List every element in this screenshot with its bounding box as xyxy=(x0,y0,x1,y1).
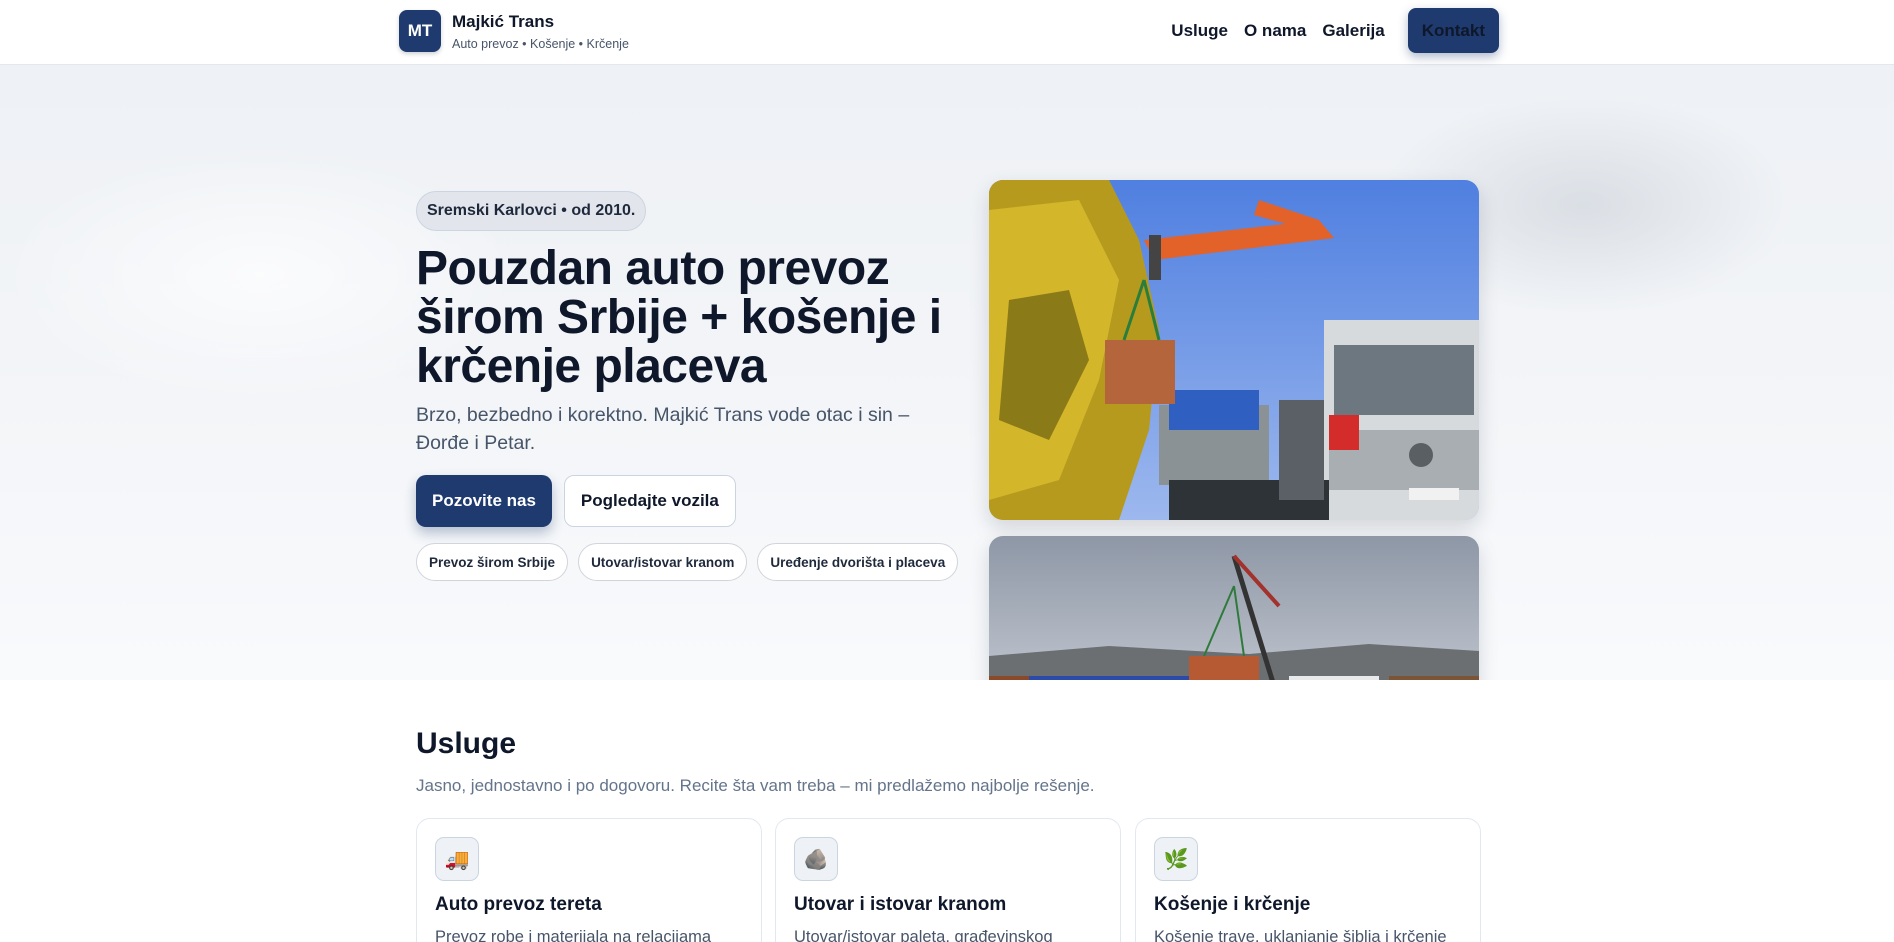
brand-tagline: Auto prevoz • Košenje • Krčenje xyxy=(452,36,629,51)
services-title: Usluge xyxy=(416,727,517,760)
site-header: MT Majkić Trans Auto prevoz • Košenje • … xyxy=(0,0,1894,65)
service-card-text: Košenje trave, uklanjanje šiblja i krčen… xyxy=(1154,928,1447,942)
call-us-button[interactable]: Pozovite nas xyxy=(416,475,552,527)
brand[interactable]: MT Majkić Trans Auto prevoz • Košenje • … xyxy=(399,10,629,52)
brand-text: Majkić Trans Auto prevoz • Košenje • Krč… xyxy=(452,12,629,51)
brand-name: Majkić Trans xyxy=(452,11,555,31)
contact-button[interactable]: Kontakt xyxy=(1407,8,1499,53)
nav-link-galerija[interactable]: Galerija xyxy=(1322,21,1384,41)
feature-chip: Prevoz širom Srbije xyxy=(416,543,569,581)
services-section: Usluge Jasno, jednostavno i po dogovoru.… xyxy=(0,680,1894,942)
crane-truck-photo xyxy=(989,180,1479,520)
truck-icon: 🚚 xyxy=(435,837,479,881)
logo-badge: MT xyxy=(399,10,441,52)
rock-icon: 🪨 xyxy=(794,837,838,881)
feature-chip: Utovar/istovar kranom xyxy=(578,543,748,581)
service-card-text: Prevoz robe i materijala na relacijama xyxy=(435,928,712,942)
hero-actions: Pozovite nas Pogledajte vozila xyxy=(416,475,976,527)
services-subtitle: Jasno, jednostavno i po dogovoru. Recite… xyxy=(416,776,1095,795)
hero-subtitle: Brzo, bezbedno i korektno. Majkić Trans … xyxy=(416,404,910,454)
nav-link-o-nama[interactable]: O nama xyxy=(1244,21,1306,41)
hero-section: Sremski Karlovci • od 2010. Pouzdan auto… xyxy=(0,65,1894,680)
nav-link-usluge[interactable]: Usluge xyxy=(1171,21,1228,41)
service-card-title: Utovar i istovar kranom xyxy=(794,894,1007,915)
service-card-crane[interactable]: 🪨 Utovar i istovar kranom Utovar/istovar… xyxy=(775,818,1121,942)
service-card-transport[interactable]: 🚚 Auto prevoz tereta Prevoz robe i mater… xyxy=(416,818,762,942)
service-card-title: Košenje i krčenje xyxy=(1154,894,1311,915)
feature-chip: Uređenje dvorišta i placeva xyxy=(757,543,959,581)
hero-title: Pouzdan auto prevoz širom Srbije + košen… xyxy=(416,242,942,393)
service-card-mowing[interactable]: 🌿 Košenje i krčenje Košenje trave, uklan… xyxy=(1135,818,1481,942)
main-nav: Usluge O nama Galerija Kontakt xyxy=(1155,8,1499,53)
location-badge: Sremski Karlovci • od 2010. xyxy=(416,191,647,231)
hero-content: Sremski Karlovci • od 2010. Pouzdan auto… xyxy=(416,191,976,581)
service-card-text: Utovar/istovar paleta, građevinskog xyxy=(794,928,1053,942)
crane-loading-photo xyxy=(989,536,1479,680)
view-vehicles-button[interactable]: Pogledajte vozila xyxy=(563,475,736,527)
service-card-title: Auto prevoz tereta xyxy=(435,894,602,915)
feature-chips: Prevoz širom Srbije Utovar/istovar krano… xyxy=(416,543,976,581)
herb-icon: 🌿 xyxy=(1154,837,1198,881)
